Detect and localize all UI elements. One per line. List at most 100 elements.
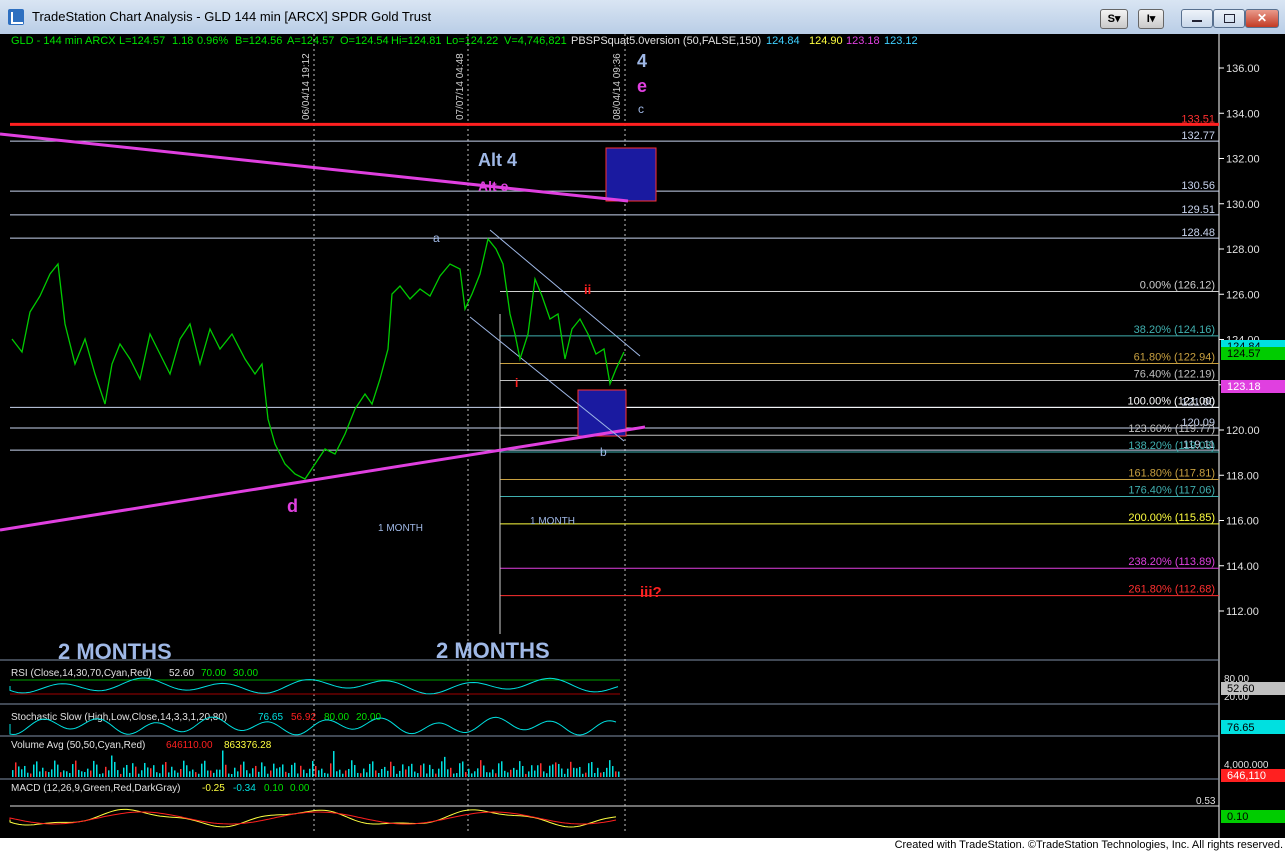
- volume-bar: [435, 773, 437, 777]
- volume-bar: [555, 762, 557, 777]
- volume-bar: [540, 763, 542, 777]
- lower-trendline: [0, 425, 646, 532]
- volume-bar: [180, 769, 182, 777]
- volume-bar: [306, 773, 308, 777]
- restore-icon: [1224, 14, 1235, 23]
- volume-value-2: 863376.28: [224, 740, 272, 751]
- volume-bar: [522, 766, 524, 777]
- chart-canvas[interactable]: GLD - 144 min ARCX L=124.57 1.18 0.96% B…: [0, 34, 1285, 838]
- volume-bar: [558, 763, 560, 777]
- price-bars: [11, 237, 625, 480]
- study-value-1: 124.84: [766, 35, 800, 47]
- volume-bar: [303, 769, 305, 777]
- volume-bar: [138, 773, 140, 777]
- minimize-icon: [1192, 20, 1202, 22]
- symbol-link-s-button[interactable]: S▾: [1100, 9, 1128, 29]
- wave-a-label: a: [433, 231, 440, 245]
- volume-bar: [615, 771, 617, 777]
- volume-bar: [15, 762, 17, 777]
- badge-lower-text: 123.18: [1227, 381, 1261, 393]
- volume-bar: [525, 773, 527, 777]
- volume-bar: [345, 770, 347, 777]
- macd-value-3: 0.10: [264, 783, 284, 794]
- study-value-3: 123.18: [846, 35, 880, 47]
- chart-window[interactable]: GLD - 144 min ARCX L=124.57 1.18 0.96% B…: [0, 34, 1285, 838]
- price-tick-label: 118.00: [1226, 470, 1259, 482]
- price-tick-label: 132.00: [1226, 154, 1260, 166]
- volume-bar: [321, 768, 323, 777]
- volume-bar: [342, 773, 344, 777]
- fib-label: 138.20% (119.03): [1128, 440, 1215, 452]
- volume-bar: [186, 765, 188, 777]
- price-tick-label: 126.00: [1226, 289, 1260, 301]
- price-tick-label: 130.00: [1226, 199, 1260, 211]
- volume-bar: [429, 764, 431, 777]
- fib-label: 76.40% (122.19): [1134, 368, 1215, 380]
- volume-bar: [516, 769, 518, 777]
- volume-badge-text: 646,110: [1227, 770, 1266, 782]
- volume-bar: [165, 762, 167, 777]
- volume-bar: [81, 771, 83, 777]
- volume-bar: [261, 762, 263, 777]
- minimize-button[interactable]: [1181, 9, 1213, 28]
- volume-bar: [561, 768, 563, 777]
- study-label: PBSPSquat5.0version (50,FALSE,150): [571, 35, 761, 47]
- volume-bar: [57, 764, 59, 777]
- volume-bar: [396, 773, 398, 777]
- volume-bar: [534, 770, 536, 777]
- volume-bar: [189, 771, 191, 777]
- volume-bar: [111, 755, 113, 777]
- volume-bar: [72, 764, 74, 777]
- volume-bar: [297, 773, 299, 777]
- volume-bar: [27, 772, 29, 777]
- fib-label: 261.80% (112.68): [1128, 584, 1215, 596]
- footer: Created with TradeStation. ©TradeStation…: [0, 838, 1285, 853]
- price-tick-label: 136.00: [1226, 63, 1260, 75]
- volume-bar: [171, 766, 173, 777]
- macd-badge-text: 0.10: [1227, 811, 1248, 823]
- volume-bar: [132, 763, 134, 777]
- volume-bar: [504, 770, 506, 777]
- restore-button[interactable]: [1213, 9, 1245, 28]
- volume-bar: [87, 768, 89, 777]
- volume-bar: [426, 773, 428, 777]
- macd-value-4: 0.00: [290, 783, 310, 794]
- date-label-2: 07/07/14 04:48: [455, 53, 466, 120]
- volume-bar: [327, 773, 329, 777]
- volume-bar: [240, 764, 242, 777]
- open-price: O=124.54: [340, 35, 389, 47]
- last-price: L=124.57: [119, 35, 165, 47]
- volume-bar: [177, 772, 179, 777]
- volume-bar: [579, 766, 581, 777]
- volume-bar: [63, 770, 65, 777]
- volume-bar: [195, 772, 197, 777]
- volume-bar: [339, 769, 341, 777]
- volume-bar: [192, 769, 194, 777]
- volume-bar: [372, 761, 374, 777]
- volume-bar: [69, 773, 71, 777]
- volume-bar: [387, 770, 389, 777]
- volume-bar: [33, 764, 35, 777]
- exchange-label: ARCX: [85, 35, 116, 47]
- volume-bar: [273, 763, 275, 777]
- price-tick-label: 120.00: [1226, 425, 1260, 437]
- volume-bar: [354, 765, 356, 777]
- volume-bar: [486, 772, 488, 777]
- wave-d-label: d: [287, 496, 298, 516]
- wave-e-label: e: [637, 76, 647, 96]
- volume-bars: [12, 750, 620, 777]
- alt-4-label: Alt 4: [478, 150, 517, 170]
- interval-link-i-button[interactable]: I▾: [1138, 9, 1164, 29]
- volume-bar: [237, 771, 239, 777]
- volume-bar: [606, 767, 608, 777]
- volume-bar: [513, 767, 515, 777]
- volume-bar: [324, 772, 326, 777]
- fib-label: 176.40% (117.06): [1128, 485, 1215, 497]
- target-box-lower: [577, 389, 627, 437]
- percent-change: 0.96%: [197, 35, 228, 47]
- volume-bar: [501, 761, 503, 777]
- close-icon: ✕: [1256, 11, 1268, 25]
- two-months-label-left: 2 MONTHS: [58, 639, 172, 664]
- rsi-overbought: 70.00: [201, 668, 226, 679]
- close-button[interactable]: ✕: [1245, 9, 1279, 28]
